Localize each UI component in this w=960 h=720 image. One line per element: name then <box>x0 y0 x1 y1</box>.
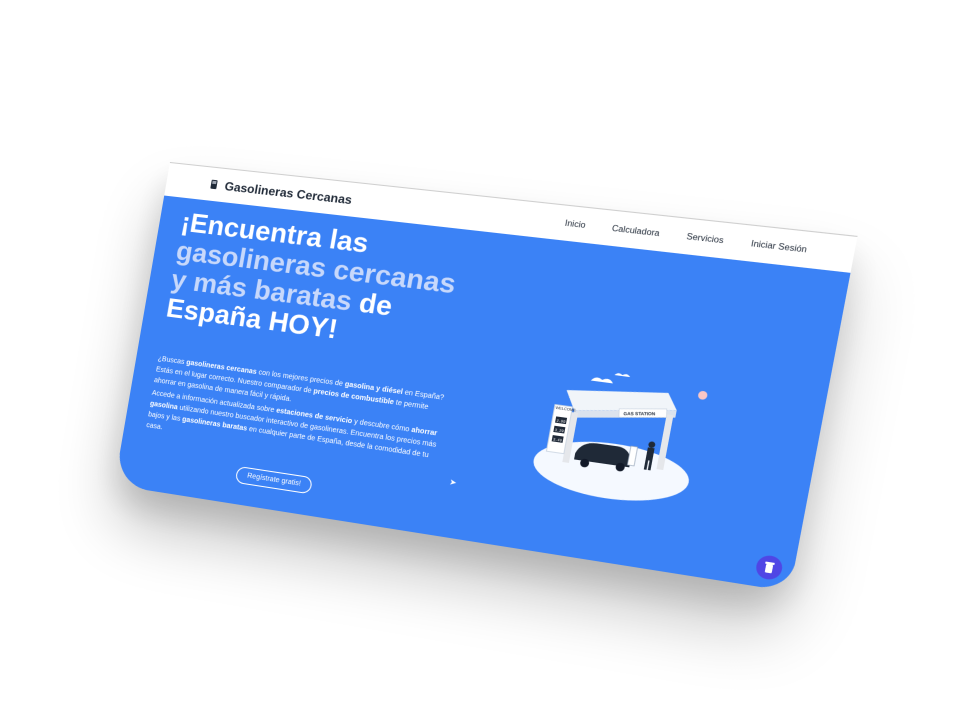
screenshot-stage: Gasolineras Cercanas Inicio Calculadora … <box>0 0 960 720</box>
mouse-cursor-icon: ➤ <box>448 477 458 488</box>
nav-item-calculadora[interactable]: Calculadora <box>611 224 660 239</box>
hero-description: ¿Buscas gasolineras cercanas con los mej… <box>145 354 455 477</box>
coffee-cup-icon <box>764 561 775 574</box>
gas-station-sign: GAS STATION <box>623 411 655 416</box>
fuel-pump-icon <box>209 179 220 191</box>
nav-item-inicio[interactable]: Inicio <box>564 218 586 230</box>
gas-station-illustration: WELCOME 2.99 3.29 3.49 GAS STATION <box>528 372 709 510</box>
nav-item-servicios[interactable]: Servicios <box>686 232 725 246</box>
browser-page-card: Gasolineras Cercanas Inicio Calculadora … <box>114 162 858 592</box>
brand-name: Gasolineras Cercanas <box>223 178 354 207</box>
floating-action-button[interactable] <box>754 553 785 582</box>
hero-title: ¡Encuentra las gasolineras cercanas y má… <box>164 207 480 361</box>
nav-item-iniciar-sesion[interactable]: Iniciar Sesión <box>750 239 808 255</box>
text-segment: ¿Buscas <box>157 355 187 367</box>
register-button[interactable]: Regístrate gratis! <box>234 465 314 495</box>
